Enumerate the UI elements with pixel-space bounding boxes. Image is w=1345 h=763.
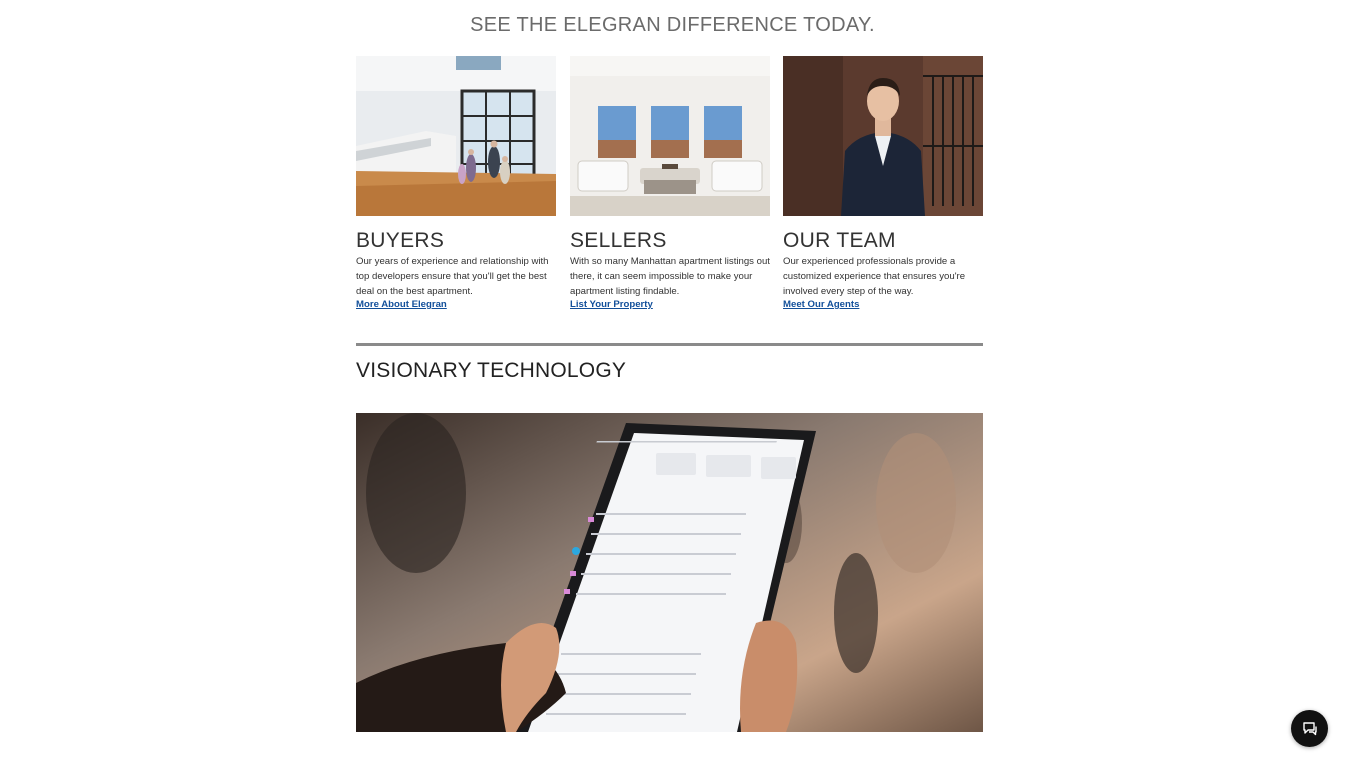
chat-button[interactable] — [1291, 710, 1328, 747]
page-headline: SEE THE ELEGRAN DIFFERENCE TODAY. — [470, 14, 875, 36]
chat-icon — [1302, 721, 1317, 735]
card-our-team: OUR TEAM Our experienced professionals p… — [783, 56, 983, 310]
card-title: OUR TEAM — [783, 229, 896, 252]
card-description: Our experienced professionals provide a … — [783, 256, 966, 297]
list-your-property-link[interactable]: List Your Property — [570, 299, 770, 310]
card-title: SELLERS — [570, 229, 667, 252]
sellers-photo[interactable] — [570, 56, 770, 216]
meet-our-agents-link[interactable]: Meet Our Agents — [783, 299, 983, 310]
technology-title: VISIONARY TECHNOLOGY — [356, 359, 627, 382]
card-description: With so many Manhattan apartment listing… — [570, 256, 770, 297]
card-title: BUYERS — [356, 229, 445, 252]
card-sellers: SELLERS With so many Manhattan apartment… — [570, 56, 770, 310]
buyers-photo[interactable] — [356, 56, 556, 216]
section-divider — [356, 343, 983, 346]
more-about-elegran-link[interactable]: More About Elegran — [356, 299, 556, 310]
team-photo[interactable] — [783, 56, 983, 216]
feature-cards: BUYERS Our years of experience and relat… — [356, 56, 983, 326]
tablet-dashboard-photo — [356, 413, 983, 732]
card-buyers: BUYERS Our years of experience and relat… — [356, 56, 556, 310]
card-description: Our years of experience and relationship… — [356, 256, 549, 297]
